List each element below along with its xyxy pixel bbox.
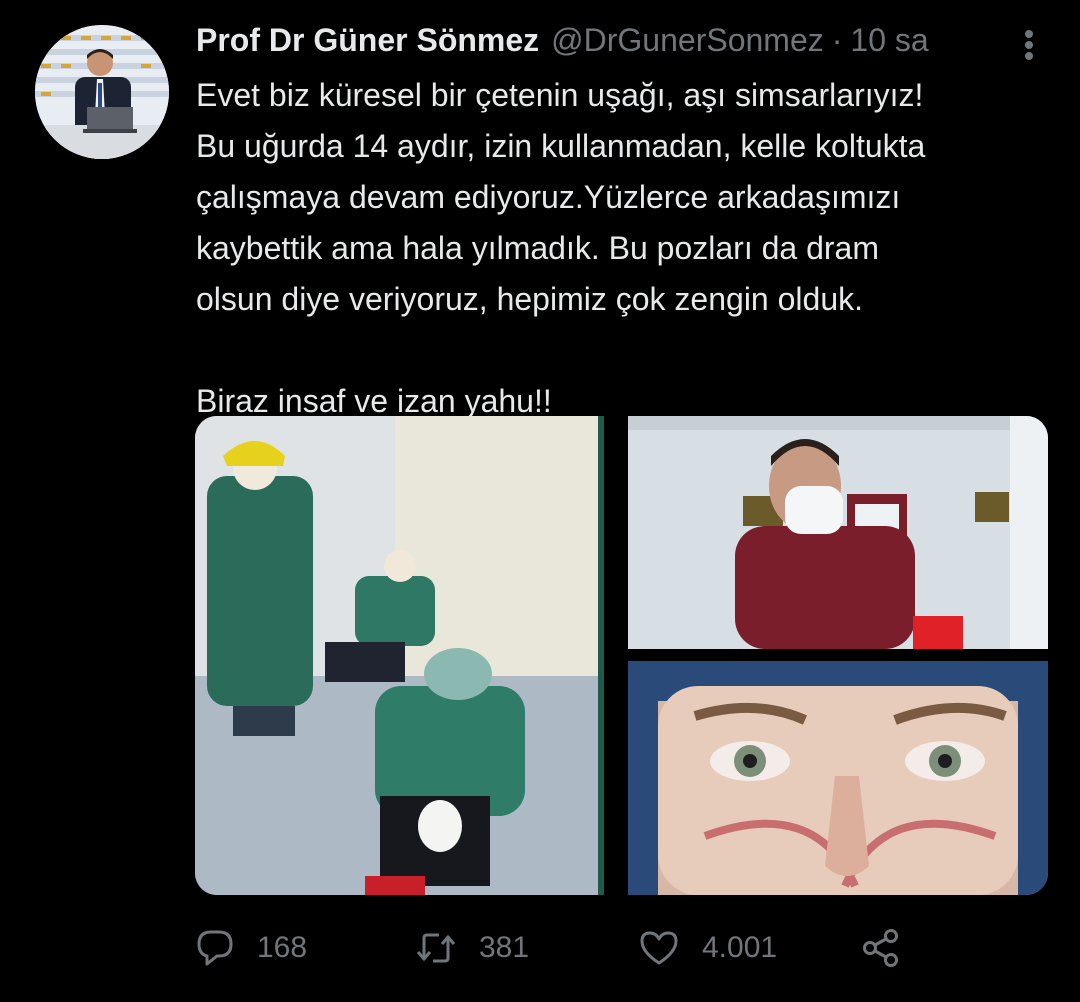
reply-count: 168 <box>257 931 308 964</box>
like-button[interactable]: 4.001 <box>638 920 777 976</box>
reply-icon <box>197 930 233 966</box>
reply-button[interactable]: 168 <box>195 920 307 976</box>
retweet-button[interactable]: 381 <box>415 920 529 976</box>
author-avatar[interactable] <box>35 25 169 159</box>
tweet-text-line: çalışmaya devam ediyoruz.Yüzlerce arkada… <box>196 179 901 215</box>
tweet-text-line: kaybettik ama hala yılmadık. Bu pozları … <box>196 230 879 266</box>
media-grid <box>195 416 1048 895</box>
retweet-icon <box>416 933 456 963</box>
share-button[interactable] <box>860 920 924 976</box>
tweet-text-line: Evet biz küresel bir çetenin uşağı, aşı … <box>196 77 924 113</box>
media-photo-ppe-staff[interactable] <box>195 416 604 895</box>
avatar-image <box>35 25 169 159</box>
tweet-text: Evet biz küresel bir çetenin uşağı, aşı … <box>196 70 1056 427</box>
retweet-count: 381 <box>479 931 530 964</box>
media-photo-doctor-mask[interactable] <box>628 416 1048 649</box>
tweet-text-line: Bu uğurda 14 aydır, izin kullanmadan, ke… <box>196 128 926 164</box>
tweet-header: Prof Dr Güner Sönmez @DrGunerSonmez · 10… <box>196 22 929 62</box>
share-icon <box>863 929 898 967</box>
heart-icon <box>640 931 678 965</box>
tweet-timestamp[interactable]: 10 sa <box>850 22 928 59</box>
tweet-actions: 168 381 4.001 <box>195 920 1055 976</box>
media-photo-nurse-face[interactable] <box>628 661 1048 895</box>
like-count: 4.001 <box>702 931 778 964</box>
more-options-icon[interactable] <box>1014 28 1044 62</box>
author-handle[interactable]: @DrGunerSonmez <box>551 22 824 59</box>
header-separator: · <box>831 22 843 58</box>
tweet-text-line: olsun diye veriyoruz, hepimiz çok zengin… <box>196 281 863 317</box>
author-name[interactable]: Prof Dr Güner Sönmez <box>196 22 539 59</box>
